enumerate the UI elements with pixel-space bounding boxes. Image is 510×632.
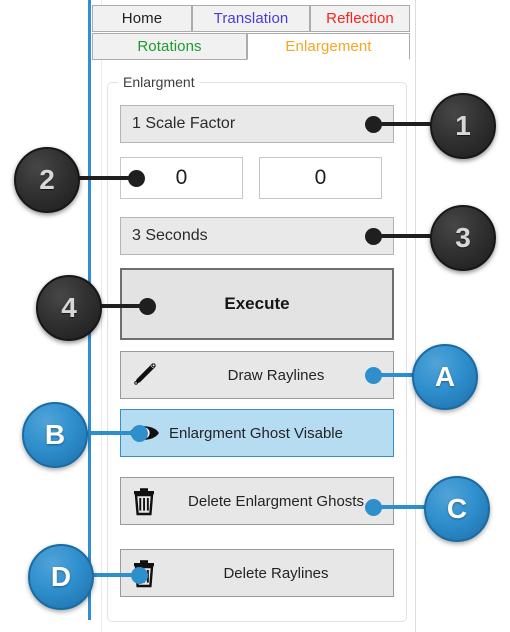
callout-b-label: B bbox=[44, 419, 66, 450]
draw-raylines-button[interactable]: Draw Raylines bbox=[120, 351, 394, 399]
callout-3: 3 bbox=[430, 205, 496, 271]
callout-a-anchor-dot bbox=[365, 367, 382, 384]
tab-strip: Home Translation Reflection Rotations En… bbox=[92, 5, 410, 63]
scale-factor-value: 1 Scale Factor bbox=[132, 115, 236, 132]
callout-1-label: 1 bbox=[455, 110, 471, 141]
delete-raylines-label: Delete Raylines bbox=[223, 564, 329, 582]
draw-raylines-label: Draw Raylines bbox=[227, 366, 325, 384]
seconds-combo[interactable]: 3 Seconds bbox=[120, 217, 394, 255]
callout-d: D bbox=[28, 544, 94, 610]
value-right-text: 0 bbox=[314, 166, 327, 189]
panel-right-edge bbox=[415, 0, 416, 632]
callout-b: B bbox=[22, 402, 88, 468]
callout-4-anchor-dot bbox=[139, 298, 156, 315]
tab-reflection[interactable]: Reflection bbox=[310, 5, 410, 32]
app-root: Home Translation Reflection Rotations En… bbox=[0, 0, 510, 632]
trash-icon bbox=[121, 478, 167, 524]
value-left-text: 0 bbox=[175, 166, 188, 189]
callout-c-anchor-dot bbox=[365, 499, 382, 516]
tab-rotations-label: Rotations bbox=[137, 38, 202, 55]
group-box-legend: Enlargment bbox=[118, 74, 200, 90]
callout-a: A bbox=[412, 344, 478, 410]
seconds-value: 3 Seconds bbox=[132, 227, 208, 244]
delete-enlargment-ghosts-label: Delete Enlargment Ghosts bbox=[188, 492, 364, 510]
value-right-input[interactable]: 0 bbox=[259, 157, 382, 199]
callout-3-label: 3 bbox=[455, 222, 471, 253]
execute-label: Execute bbox=[224, 294, 290, 313]
callout-4: 4 bbox=[36, 275, 102, 341]
callout-3-anchor-dot bbox=[365, 228, 382, 245]
callout-1: 1 bbox=[430, 93, 496, 159]
delete-raylines-button[interactable]: Delete Raylines bbox=[120, 549, 394, 597]
callout-4-label: 4 bbox=[61, 292, 77, 323]
callout-c: C bbox=[424, 476, 490, 542]
tab-reflection-label: Reflection bbox=[326, 10, 394, 27]
enlargment-ghost-visable-toggle[interactable]: Enlargment Ghost Visable bbox=[120, 409, 394, 457]
callout-2: 2 bbox=[14, 147, 80, 213]
tab-translation[interactable]: Translation bbox=[192, 5, 310, 32]
execute-button[interactable]: Execute bbox=[120, 268, 394, 340]
enlargment-ghost-visable-label: Enlargment Ghost Visable bbox=[169, 424, 343, 442]
callout-1-anchor-dot bbox=[365, 116, 382, 133]
tab-enlargement[interactable]: Enlargement bbox=[247, 33, 410, 60]
tab-home[interactable]: Home bbox=[92, 5, 192, 32]
tab-translation-label: Translation bbox=[213, 10, 289, 27]
tab-home-label: Home bbox=[121, 10, 163, 27]
scale-factor-combo[interactable]: 1 Scale Factor bbox=[120, 105, 394, 143]
callout-d-label: D bbox=[50, 561, 72, 592]
callout-d-anchor-dot bbox=[131, 567, 148, 584]
pencil-icon bbox=[121, 352, 167, 398]
panel-left-edge bbox=[101, 0, 102, 632]
tab-rotations[interactable]: Rotations bbox=[92, 33, 247, 60]
callout-a-label: A bbox=[434, 361, 456, 392]
callout-c-label: C bbox=[446, 493, 468, 524]
delete-enlargment-ghosts-button[interactable]: Delete Enlargment Ghosts bbox=[120, 477, 394, 525]
callout-2-anchor-dot bbox=[128, 170, 145, 187]
callout-2-label: 2 bbox=[39, 164, 55, 195]
callout-b-anchor-dot bbox=[131, 425, 148, 442]
tab-enlargement-label: Enlargement bbox=[285, 38, 372, 55]
